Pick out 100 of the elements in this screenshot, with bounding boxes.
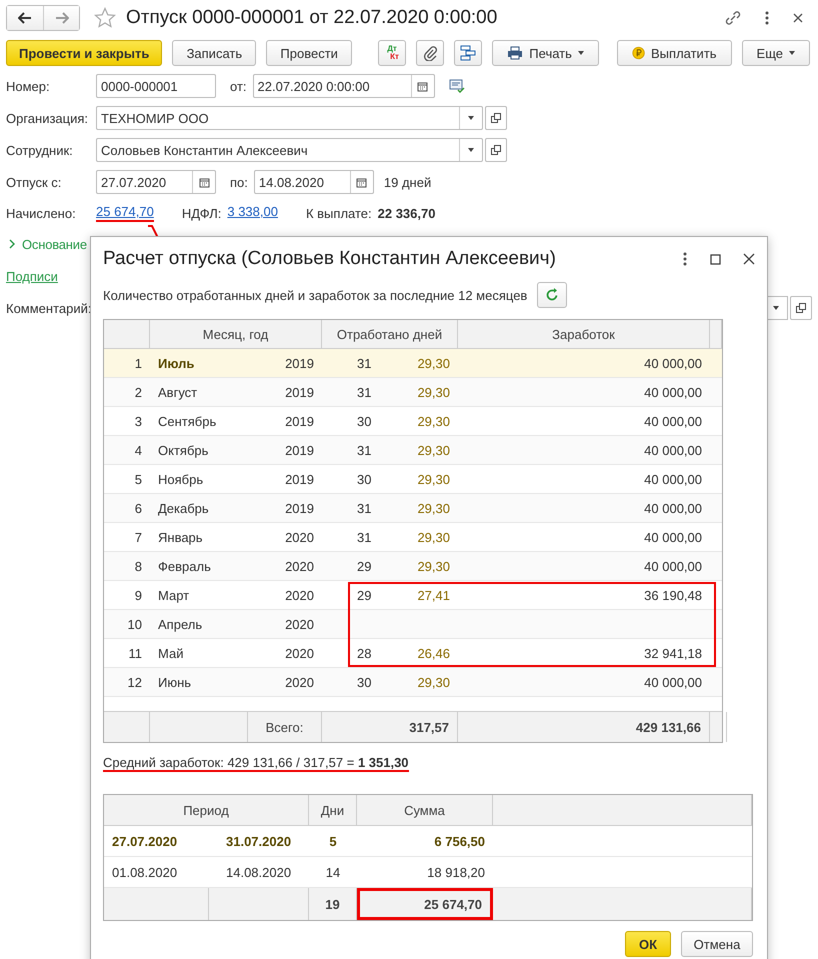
more-button[interactable]: Еще (742, 40, 810, 66)
forward-arrow-icon (54, 12, 68, 24)
adjusted-days-cell-text: 29,30 (416, 472, 450, 486)
toolbar-button[interactable]: Провести (266, 40, 352, 66)
toolbar-button[interactable]: Записать (172, 40, 256, 66)
table-row[interactable]: 27.07.2020 31.07.2020 5 6 756,50 (104, 826, 752, 857)
days-cell-text: 30 (356, 674, 372, 690)
total-earnings-cell: 429 131,66 (458, 712, 710, 742)
attach-button[interactable] (416, 40, 444, 66)
basis-toggle[interactable]: Основание (6, 236, 87, 252)
table-row[interactable]: 6 Декабрь 2019 31 29,30 40 000,00 (104, 494, 722, 523)
earnings-cell: 40 000,00 (644, 472, 702, 486)
total-label: К выплате: (306, 206, 372, 220)
year-cell: 2020 (285, 646, 314, 660)
earnings-cell: 32 941,18 (644, 646, 702, 660)
end-date-field[interactable]: 14.08.2020 (254, 170, 374, 194)
row-number: 4 (134, 442, 143, 460)
row-number: 2 (134, 384, 143, 402)
employee-field[interactable]: Соловьев Константин Алексеевич (96, 138, 483, 162)
open-icon (491, 145, 501, 155)
dropdown-icon (773, 306, 779, 310)
calendar-icon (417, 80, 428, 92)
row-number: 8 (134, 558, 143, 576)
earnings-cell: 40 000,00 (644, 530, 702, 544)
cancel-button[interactable]: Отмена (681, 931, 753, 957)
year-cell: 2019 (285, 414, 314, 428)
row-number: 6 (134, 500, 143, 518)
organization-field[interactable]: ТЕХНОМИР ООО (96, 106, 483, 130)
date-field[interactable]: 22.07.2020 0:00:00 (252, 74, 435, 98)
open-button[interactable] (485, 106, 507, 130)
star-icon[interactable] (94, 7, 116, 29)
earnings-cell: 40 000,00 (644, 500, 702, 516)
days-cell-text: 5 (328, 832, 338, 850)
more-vertical-icon[interactable] (682, 251, 688, 267)
period-start-cell-text: 01.08.2020 (112, 864, 178, 880)
ok-button[interactable]: ОК (625, 931, 671, 957)
month-cell-text: Январь (158, 530, 204, 544)
year-cell: 2019 (285, 384, 314, 400)
employee-label: Сотрудник: (6, 142, 74, 158)
total-amount-cell: 25 674,70 (357, 888, 493, 920)
total-days-cell: 317,57 (322, 712, 458, 742)
table-row[interactable]: 4 Октябрь 2019 31 29,30 40 000,00 (104, 436, 722, 465)
signatures-link[interactable]: Подписи (6, 268, 58, 284)
structure-button[interactable] (454, 40, 482, 66)
adjusted-days-cell-text: 29,30 (416, 356, 450, 370)
earnings-cell: 40 000,00 (644, 674, 702, 690)
table-row[interactable]: 8 Февраль 2020 29 29,30 40 000,00 (104, 552, 722, 581)
pay-button[interactable]: Выплатить (616, 40, 732, 66)
table-row[interactable]: 10 Апрель 2020 (104, 610, 722, 639)
close-icon[interactable] (792, 12, 804, 24)
adjusted-days-cell-text: 29,30 (416, 500, 450, 516)
organization-label: Организация: (6, 110, 90, 126)
adjusted-days-cell-text: 29,30 (416, 530, 450, 544)
link-icon[interactable] (724, 9, 742, 27)
adjusted-days-cell-text: 26,46 (416, 646, 450, 660)
open-icon (491, 113, 501, 123)
month-cell-text: Ноябрь (158, 472, 204, 486)
total-days-cell: 19 (309, 888, 357, 920)
maximize-icon[interactable] (710, 254, 721, 264)
start-date-field[interactable]: 27.07.2020 (96, 170, 216, 194)
open-button[interactable] (485, 138, 507, 162)
calendar-icon (356, 176, 368, 188)
date-label: от: (230, 78, 247, 94)
row-number: 9 (134, 586, 143, 604)
month-cell-text: Июль (158, 356, 196, 370)
amount-link[interactable]: 25 674,70 (96, 204, 154, 222)
section-caption: Количество отработанных дней и заработок за последние 12 месяцев (103, 288, 528, 302)
table-row[interactable]: 2 Август 2019 31 29,30 40 000,00 (104, 378, 722, 407)
table-row[interactable]: 12 Июнь 2020 30 29,30 40 000,00 (104, 668, 722, 697)
more-vertical-icon[interactable] (764, 10, 770, 26)
average-earnings-text: Средний заработок: 429 131,66 / 317,57 = 1 351,30 (103, 755, 409, 772)
number-field[interactable]: 0000-000001 (96, 74, 216, 98)
document-check-icon[interactable] (448, 79, 465, 93)
duration-text: 19 дней (384, 174, 432, 190)
days-cell-text: 29 (356, 558, 372, 574)
open-button[interactable] (790, 296, 812, 320)
dropdown-icon (468, 116, 474, 120)
number-label: Номер: (6, 78, 51, 94)
print-button[interactable]: Печать (492, 40, 599, 66)
comment-label: Комментарий: (6, 300, 92, 316)
vacation-label: Отпуск с: (6, 174, 62, 190)
refresh-button[interactable] (537, 282, 568, 308)
year-cell: 2020 (285, 588, 314, 602)
close-icon[interactable] (743, 253, 755, 265)
post-close-button[interactable]: Провести и закрыть (6, 40, 162, 66)
dialog-title: Расчет отпуска (Соловьев Константин Алексеевич) (103, 248, 556, 270)
back-arrow-icon (18, 12, 32, 24)
annotation-line (147, 225, 161, 239)
year-cell: 2020 (285, 674, 314, 690)
earnings-cell: 36 190,48 (644, 588, 702, 602)
amount-link[interactable]: 3 338,00 (227, 204, 278, 222)
caret-icon (578, 51, 584, 55)
dt-kt-button[interactable]: Дт Кт (378, 40, 406, 66)
back-button[interactable] (7, 6, 43, 30)
adjusted-days-cell-text: 29,30 (416, 558, 450, 574)
row-number: 5 (134, 470, 143, 488)
chevron-right-icon (8, 239, 16, 249)
table-row[interactable]: 1 Июль 2019 31 29,30 40 000,00 (104, 349, 722, 378)
total-label: НДФЛ: (182, 206, 222, 220)
year-cell: 2019 (285, 442, 314, 458)
